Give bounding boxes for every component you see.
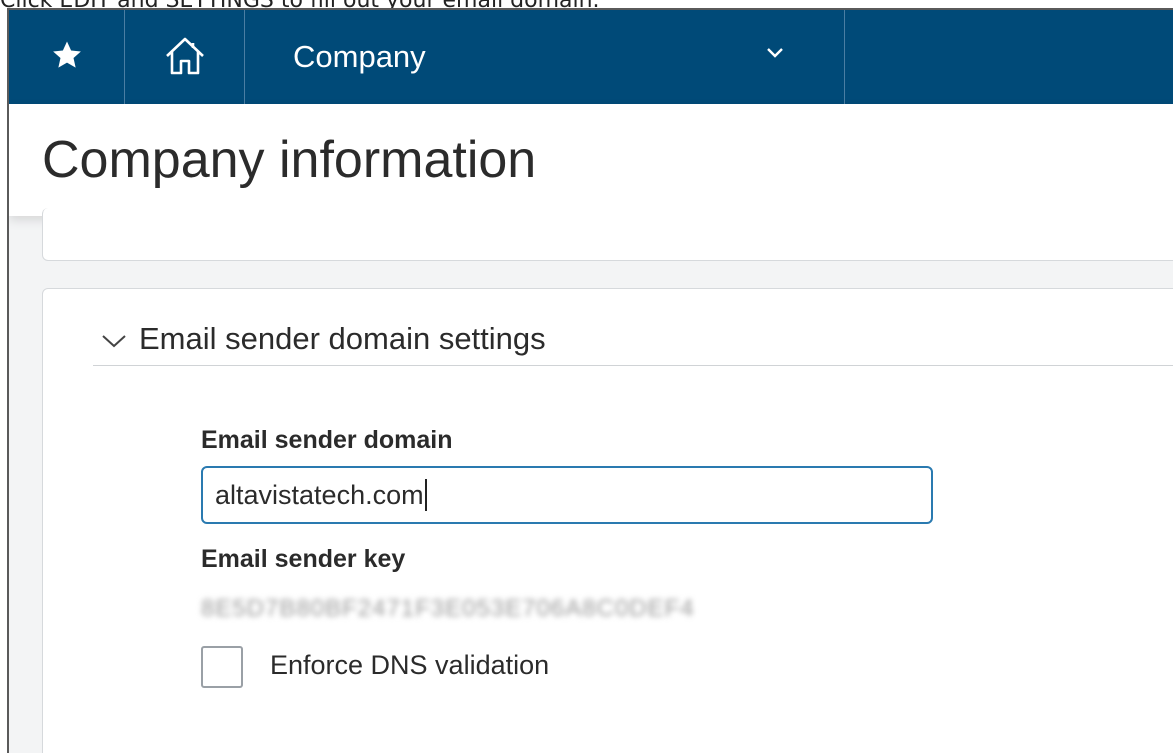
email-sender-domain-value: altavistatech.com: [215, 479, 424, 510]
page-header: Company information: [9, 104, 1173, 216]
chevron-down-icon: [766, 46, 784, 64]
top-navigation-bar: Company: [9, 10, 1173, 104]
instruction-caption: Click EDIT and SETTINGS to fill out your…: [0, 0, 1173, 8]
company-menu-label: Company: [293, 39, 426, 74]
email-domain-settings-card: Email sender domain settings Email sende…: [42, 288, 1173, 753]
star-icon: [50, 38, 84, 77]
email-sender-domain-input[interactable]: altavistatech.com: [201, 466, 933, 524]
email-sender-key-value: 8E5D7B80BF2471F3E053E706A8C0DEF4: [201, 595, 695, 622]
page-title: Company information: [42, 131, 537, 189]
home-button[interactable]: [125, 10, 245, 104]
enforce-dns-label[interactable]: Enforce DNS validation: [270, 650, 549, 681]
email-sender-domain-label: Email sender domain: [201, 426, 453, 454]
section-title: Email sender domain settings: [139, 321, 546, 356]
chevron-down-icon[interactable]: [101, 333, 127, 354]
home-icon: [163, 34, 207, 81]
enforce-dns-checkbox[interactable]: [201, 646, 243, 688]
company-menu-dropdown[interactable]: Company: [245, 10, 845, 104]
app-window: Company Company information Email sender…: [7, 8, 1173, 753]
text-cursor: [424, 479, 427, 511]
previous-section-card: [42, 208, 1173, 261]
section-header[interactable]: Email sender domain settings: [93, 319, 1173, 366]
email-sender-key-label: Email sender key: [201, 545, 406, 573]
favorites-button[interactable]: [9, 10, 125, 104]
